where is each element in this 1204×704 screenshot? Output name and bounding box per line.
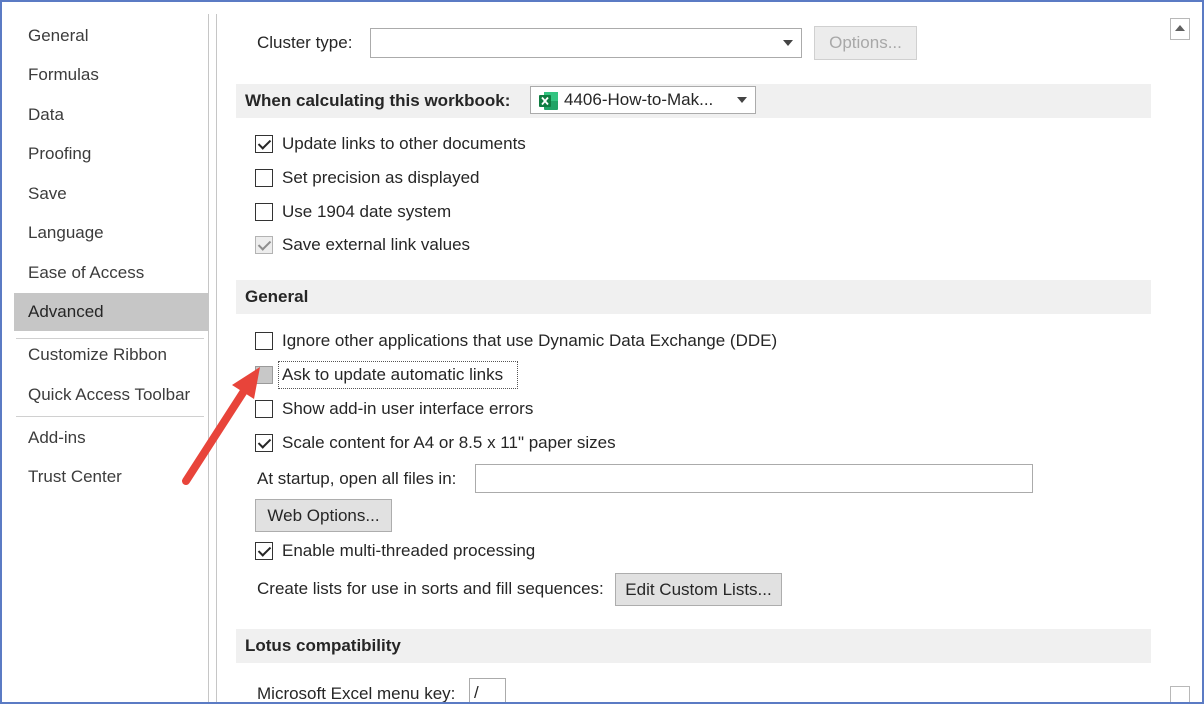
sidebar-item-formulas[interactable]: Formulas bbox=[14, 56, 208, 94]
sidebar-item-general[interactable]: General bbox=[14, 17, 208, 55]
date-1904-label: Use 1904 date system bbox=[282, 202, 452, 221]
cluster-options-button[interactable]: Options... bbox=[814, 26, 917, 60]
scroll-thumb[interactable] bbox=[1171, 42, 1187, 102]
vertical-scrollbar[interactable] bbox=[1169, 14, 1191, 702]
ignore-dde-checkbox[interactable] bbox=[255, 332, 273, 350]
cluster-type-label: Cluster type: bbox=[257, 33, 353, 52]
date-1904-checkbox[interactable] bbox=[255, 203, 273, 221]
general-section-header: General bbox=[236, 280, 1151, 314]
set-precision-checkbox[interactable] bbox=[255, 169, 273, 187]
update-links-label: Update links to other documents bbox=[282, 134, 526, 153]
startup-folder-label: At startup, open all files in: bbox=[257, 469, 457, 488]
ignore-dde-label: Ignore other applications that use Dynam… bbox=[282, 331, 778, 350]
update-links-checkbox[interactable] bbox=[255, 135, 273, 153]
save-external-links-checkbox bbox=[255, 236, 273, 254]
workbook-name: 4406-How-to-Mak... bbox=[564, 90, 714, 109]
excel-options-window: General Formulas Data Proofing Save Lang… bbox=[0, 0, 1204, 704]
save-external-links-label: Save external link values bbox=[282, 235, 471, 254]
sidebar-item-save[interactable]: Save bbox=[14, 175, 208, 213]
excel-file-icon bbox=[539, 92, 558, 110]
sidebar-item-proofing[interactable]: Proofing bbox=[14, 135, 208, 173]
sidebar-item-advanced[interactable]: Advanced bbox=[14, 293, 208, 331]
show-addin-errors-label: Show add-in user interface errors bbox=[282, 399, 534, 418]
red-arrow-icon bbox=[182, 367, 260, 485]
workbook-dropdown[interactable]: 4406-How-to-Mak... bbox=[530, 86, 756, 114]
ask-update-links-label: Ask to update automatic links bbox=[282, 365, 504, 384]
advanced-options-panel: Cluster type: Options... When calculatin… bbox=[217, 2, 1167, 703]
menu-key-label: Microsoft Excel menu key: bbox=[257, 684, 456, 703]
menu-key-input[interactable] bbox=[469, 678, 506, 702]
scale-content-label: Scale content for A4 or 8.5 x 11" paper … bbox=[282, 433, 616, 452]
chevron-down-icon bbox=[737, 97, 747, 103]
web-options-button[interactable]: Web Options... bbox=[255, 499, 392, 532]
multithread-label: Enable multi-threaded processing bbox=[282, 541, 536, 560]
lotus-section-title: Lotus compatibility bbox=[245, 636, 401, 655]
cluster-type-dropdown[interactable] bbox=[370, 28, 802, 58]
scroll-up-arrow-icon[interactable] bbox=[1170, 18, 1190, 40]
edit-custom-lists-button[interactable]: Edit Custom Lists... bbox=[615, 573, 782, 606]
sidebar-item-language[interactable]: Language bbox=[14, 214, 208, 252]
custom-lists-label: Create lists for use in sorts and fill s… bbox=[257, 579, 604, 598]
sidebar-item-ease-of-access[interactable]: Ease of Access bbox=[14, 254, 208, 292]
lotus-section-header: Lotus compatibility bbox=[236, 629, 1151, 663]
set-precision-label: Set precision as displayed bbox=[282, 168, 480, 187]
chevron-down-icon bbox=[783, 40, 793, 46]
calc-section-title: When calculating this workbook: bbox=[245, 91, 511, 110]
multithread-checkbox[interactable] bbox=[255, 542, 273, 560]
startup-folder-input[interactable] bbox=[475, 464, 1033, 493]
scroll-down-button[interactable] bbox=[1170, 686, 1190, 702]
general-section-title: General bbox=[245, 287, 309, 306]
sidebar-item-data[interactable]: Data bbox=[14, 96, 208, 134]
